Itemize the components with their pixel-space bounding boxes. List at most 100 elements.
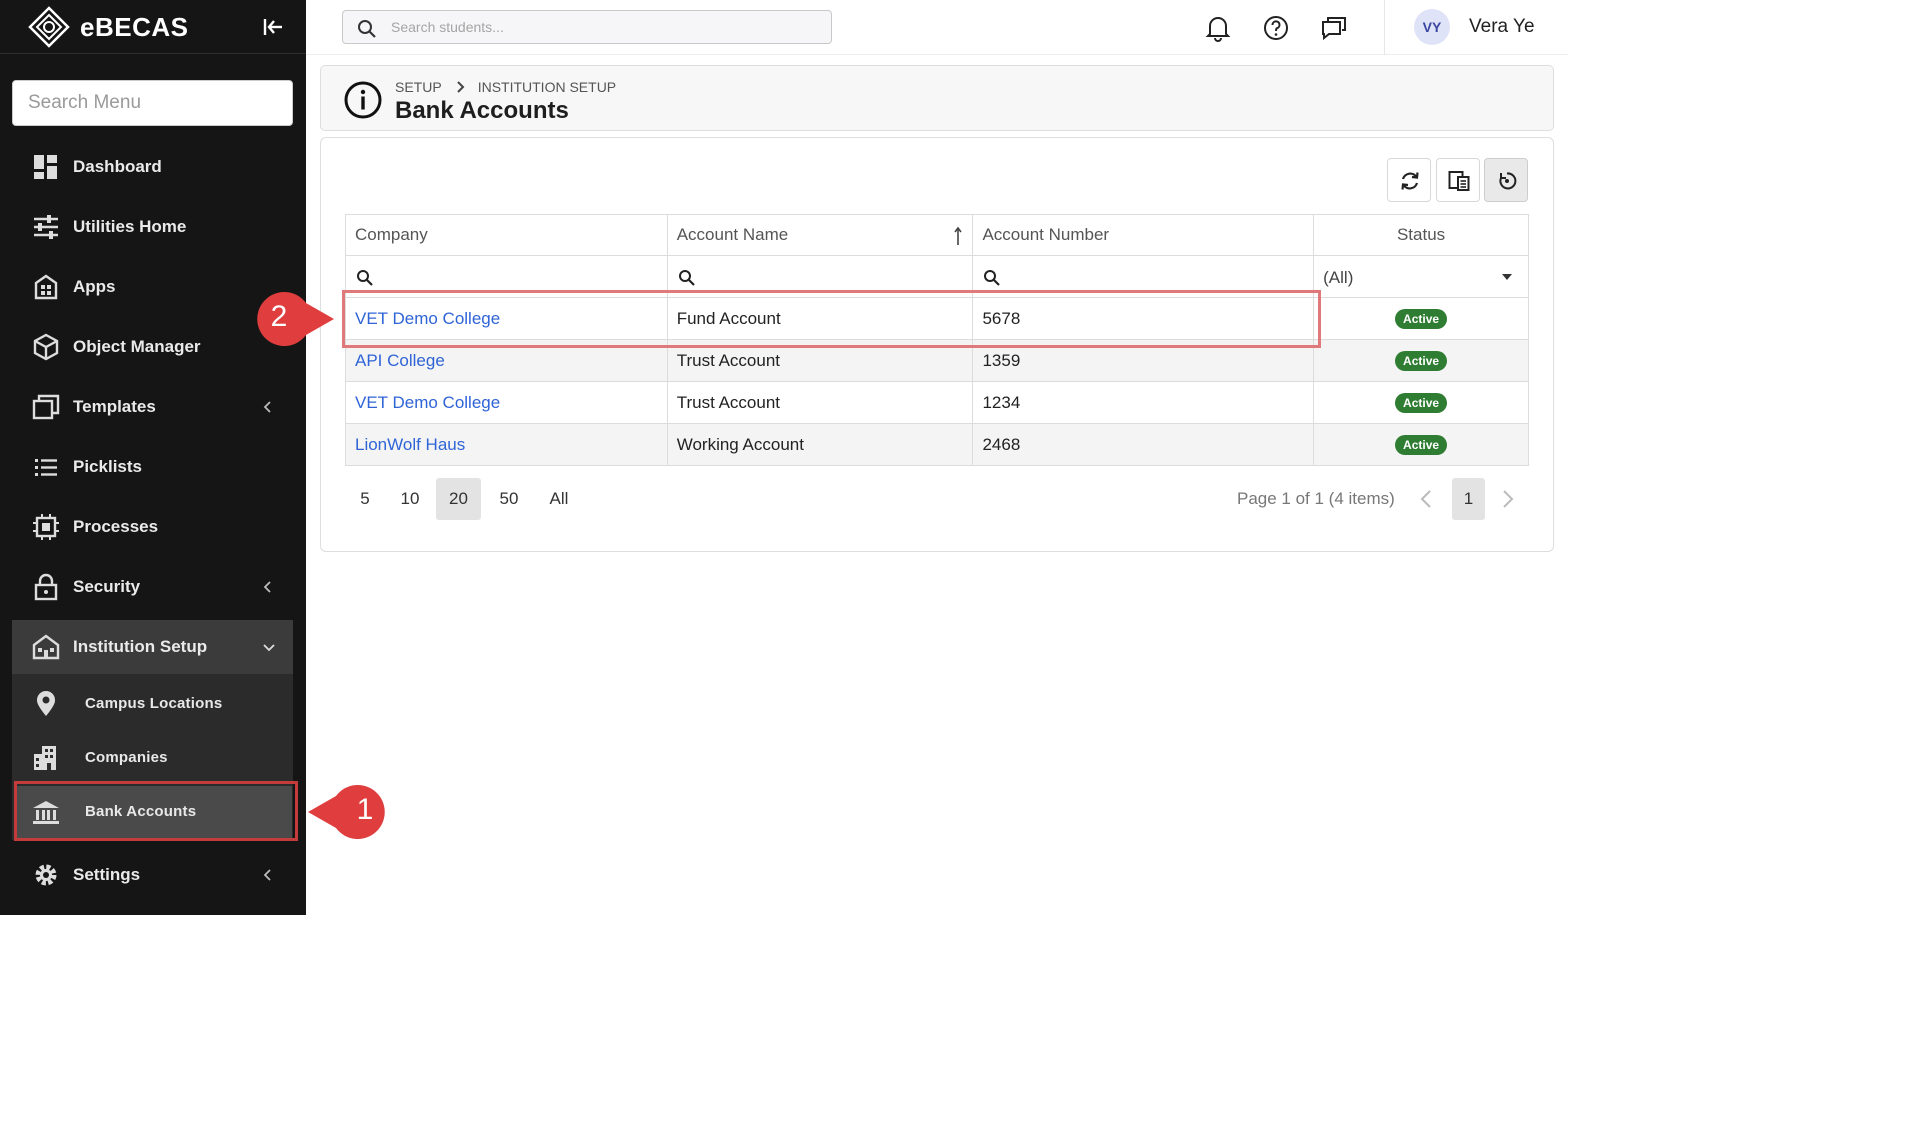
- page-size-5[interactable]: 5: [350, 478, 380, 520]
- page-number-1[interactable]: 1: [1452, 478, 1485, 520]
- menu-search-input[interactable]: [12, 80, 293, 126]
- column-header-account-number[interactable]: Account Number: [972, 214, 1315, 256]
- breadcrumb-item-setup[interactable]: SETUP: [395, 79, 442, 95]
- student-search[interactable]: [342, 10, 832, 44]
- account-number-cell: 1234: [972, 381, 1315, 424]
- sidebar-subitem-companies[interactable]: Companies: [12, 732, 293, 784]
- status-badge: Active: [1395, 393, 1448, 413]
- sidebar-subitem-label: Companies: [85, 749, 168, 766]
- sidebar-item-label: Picklists: [73, 457, 142, 476]
- annotation-highlight-bank-accounts: [14, 781, 298, 841]
- sidebar-item-utilities-home[interactable]: Utilities Home: [12, 199, 293, 255]
- page-title: Bank Accounts: [395, 97, 569, 124]
- sidebar-item-picklists[interactable]: Picklists: [12, 439, 293, 495]
- user-name[interactable]: Vera Ye: [1469, 16, 1535, 38]
- column-header-company[interactable]: Company: [345, 214, 668, 256]
- column-chooser-icon: [1448, 171, 1470, 191]
- status-badge: Active: [1395, 309, 1448, 329]
- sort-ascending-icon: [954, 226, 963, 245]
- sidebar: eBECAS Dashboard Utilities Home Apps: [0, 0, 306, 915]
- sidebar-item-security[interactable]: Security: [12, 559, 293, 615]
- dashboard-icon: [34, 155, 57, 179]
- collapse-sidebar-icon[interactable]: [260, 14, 286, 40]
- refresh-button[interactable]: [1387, 158, 1431, 202]
- caret-down-icon: [1502, 274, 1512, 280]
- institution-icon: [32, 634, 60, 660]
- account-number-cell: 2468: [972, 423, 1315, 466]
- ebecas-logo-icon: [28, 6, 70, 48]
- breadcrumb: SETUP INSTITUTION SETUP: [395, 79, 616, 95]
- topbar-divider: [1384, 0, 1385, 55]
- sidebar-item-settings[interactable]: Settings: [12, 847, 293, 903]
- location-pin-icon: [37, 691, 55, 716]
- building-icon: [34, 746, 56, 770]
- company-link[interactable]: API College: [355, 351, 445, 370]
- sidebar-item-label: Utilities Home: [73, 217, 187, 236]
- breadcrumb-item-institution-setup[interactable]: INSTITUTION SETUP: [478, 79, 616, 95]
- column-header-label: Account Name: [676, 225, 789, 244]
- reset-icon: [1499, 172, 1517, 190]
- search-icon: [357, 270, 373, 286]
- reset-layout-button[interactable]: [1484, 158, 1528, 202]
- sidebar-item-label: Dashboard: [73, 157, 162, 176]
- page-size-all[interactable]: All: [540, 478, 578, 520]
- column-header-account-name[interactable]: Account Name: [666, 214, 974, 256]
- notification-bell-icon[interactable]: [1204, 14, 1232, 42]
- help-icon[interactable]: [1262, 14, 1290, 42]
- sidebar-item-label: Object Manager: [73, 337, 201, 356]
- status-filter-value: (All): [1323, 268, 1354, 287]
- topbar: VY Vera Ye: [306, 0, 1568, 55]
- sidebar-item-processes[interactable]: Processes: [12, 499, 293, 555]
- cube-icon: [33, 333, 59, 361]
- filter-status-dropdown[interactable]: (All): [1313, 255, 1529, 298]
- account-name-cell: Trust Account: [666, 381, 974, 424]
- avatar[interactable]: VY: [1414, 9, 1450, 45]
- annotation-highlight-first-row: [342, 290, 1321, 348]
- refresh-icon: [1401, 172, 1419, 190]
- chat-icon[interactable]: [1320, 14, 1348, 42]
- sidebar-item-label: Institution Setup: [73, 637, 208, 656]
- chip-icon: [33, 514, 59, 540]
- table-row[interactable]: VET Demo College Trust Account 1234 Acti…: [345, 381, 1529, 424]
- logo-row: eBECAS: [0, 0, 306, 54]
- sidebar-item-institution-setup[interactable]: Institution Setup: [12, 620, 293, 674]
- status-badge: Active: [1395, 435, 1448, 455]
- column-chooser-button[interactable]: [1436, 158, 1480, 202]
- student-search-input[interactable]: [391, 16, 811, 38]
- search-icon: [678, 270, 695, 286]
- page-size-10[interactable]: 10: [393, 478, 427, 520]
- info-icon: [344, 81, 382, 119]
- lock-icon: [34, 573, 58, 601]
- chevron-left-icon: [263, 869, 271, 881]
- sliders-icon: [34, 215, 58, 239]
- sidebar-item-label: Templates: [73, 397, 156, 416]
- account-name-cell: Working Account: [666, 423, 974, 466]
- sidebar-item-templates[interactable]: Templates: [12, 379, 293, 435]
- annotation-number-2: 2: [270, 300, 288, 333]
- page-size-50[interactable]: 50: [490, 478, 528, 520]
- sidebar-item-label: Security: [73, 577, 141, 596]
- sidebar-item-label: Settings: [73, 865, 141, 884]
- sidebar-subitem-campus-locations[interactable]: Campus Locations: [12, 678, 293, 730]
- table-row[interactable]: LionWolf Haus Working Account 2468 Activ…: [345, 423, 1529, 466]
- chevron-left-icon: [263, 581, 271, 593]
- sidebar-subitem-label: Campus Locations: [85, 695, 223, 712]
- page-size-20[interactable]: 20: [436, 478, 481, 520]
- templates-icon: [32, 394, 60, 420]
- column-header-status[interactable]: Status: [1313, 214, 1529, 256]
- chevron-down-icon: [263, 644, 275, 652]
- chevron-left-icon[interactable]: [1418, 488, 1434, 510]
- annotation-number-1: 1: [356, 793, 374, 826]
- chevron-right-icon[interactable]: [1500, 488, 1516, 510]
- search-icon: [984, 270, 1001, 286]
- list-icon: [35, 459, 57, 476]
- company-link[interactable]: VET Demo College: [355, 393, 500, 412]
- company-link[interactable]: LionWolf Haus: [355, 435, 465, 454]
- search-icon: [358, 20, 376, 38]
- sidebar-item-label: Apps: [73, 277, 116, 296]
- chevron-right-icon: [456, 81, 465, 93]
- sidebar-item-label: Processes: [73, 517, 159, 536]
- sidebar-item-dashboard[interactable]: Dashboard: [12, 139, 293, 195]
- gear-icon: [35, 864, 57, 886]
- status-badge: Active: [1395, 351, 1448, 371]
